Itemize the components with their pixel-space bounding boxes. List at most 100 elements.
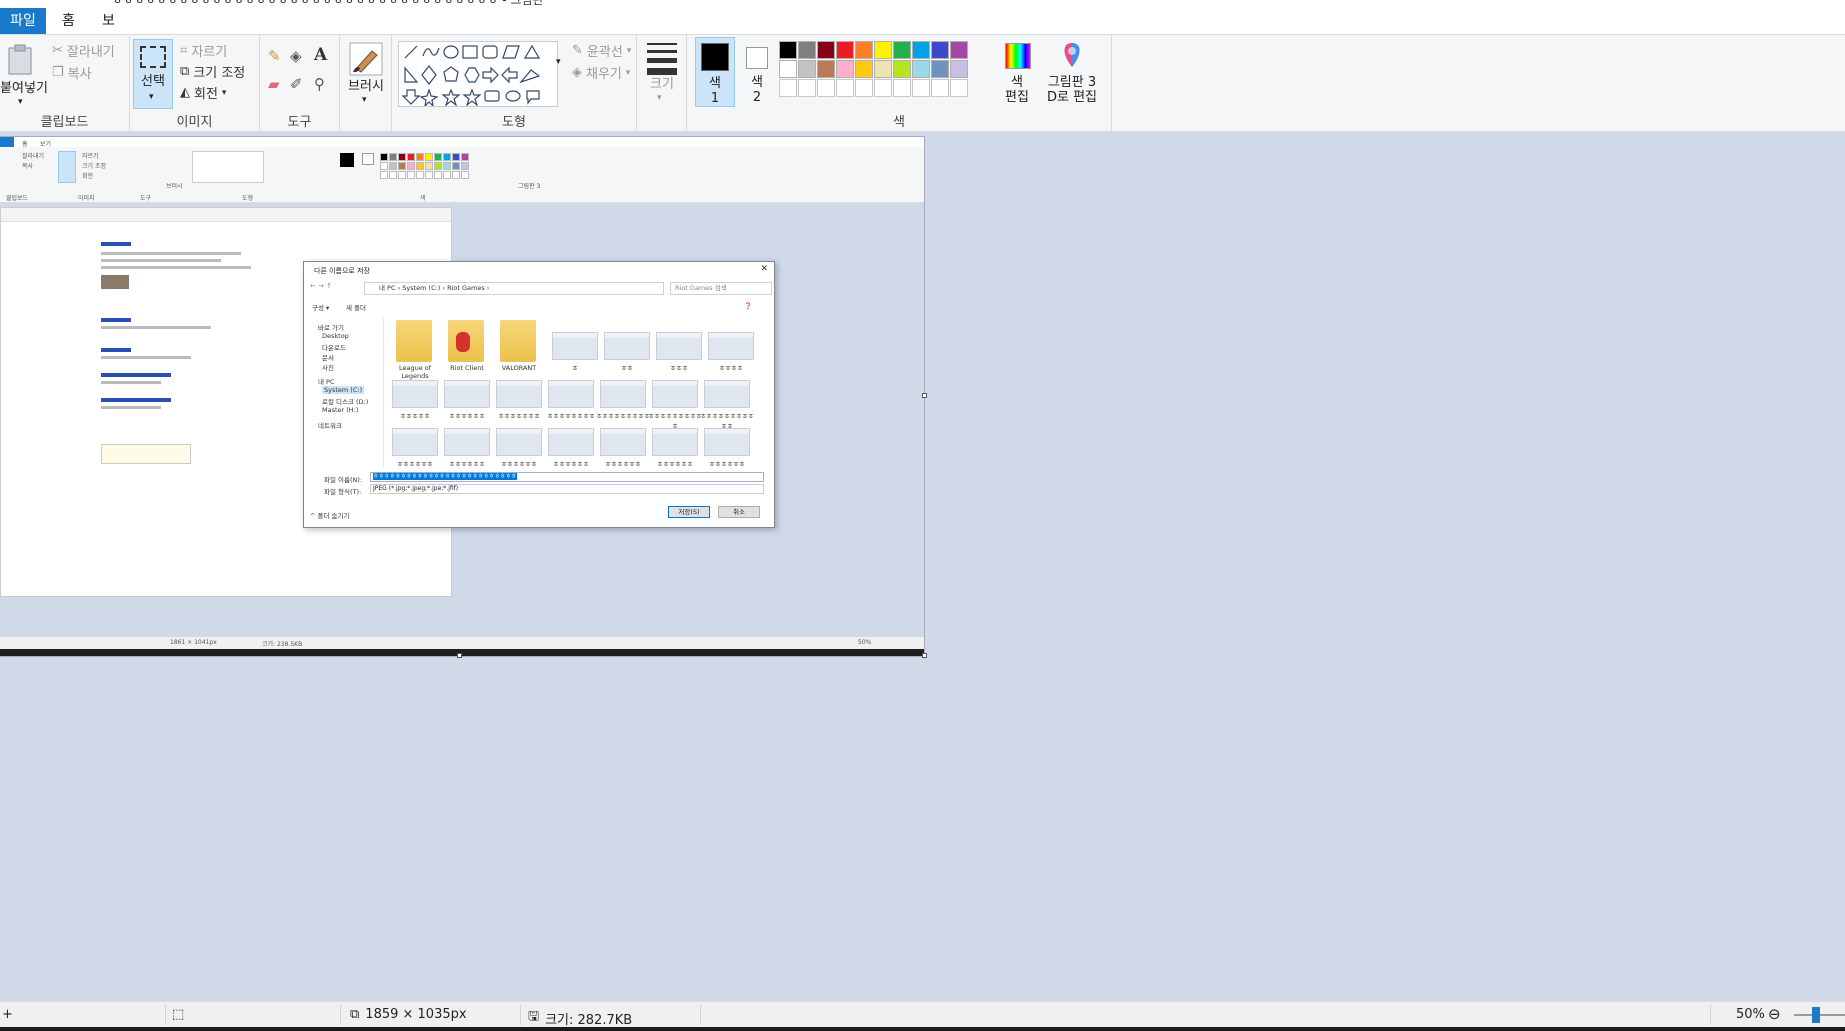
color-swatch[interactable] <box>798 60 816 78</box>
paste-button[interactable]: 붙여넣기 ▾ <box>0 39 48 109</box>
resize-handle-bottom[interactable] <box>457 653 462 658</box>
edit-with-paint3d-button[interactable]: 그림판 3 D로 편집 <box>1041 39 1103 109</box>
filetype-select: JPEG (*.jpg;*.jpeg;*.jpe;*.jfif) <box>370 484 764 494</box>
fill-button[interactable]: ◈ 채우기 ▾ <box>572 63 630 82</box>
color-swatch[interactable] <box>779 60 797 78</box>
tab-file[interactable]: 파일 <box>0 8 46 34</box>
zoom-slider-thumb[interactable] <box>1812 1007 1820 1023</box>
dimensions-icon: ⧉ <box>350 1007 360 1022</box>
magnifier-icon[interactable]: ⚲ <box>314 75 325 93</box>
color-swatch[interactable] <box>893 41 911 59</box>
color-swatch[interactable] <box>950 60 968 78</box>
nav-item: Desktop <box>322 332 349 340</box>
color-swatch[interactable] <box>817 60 835 78</box>
colors-group-label: 색 <box>893 115 905 130</box>
color-swatch[interactable] <box>836 41 854 59</box>
color1-button[interactable]: 색1 <box>695 37 735 107</box>
paste-icon <box>8 44 32 75</box>
color-swatch[interactable] <box>779 41 797 59</box>
inner-select <box>58 151 76 183</box>
outline-icon: ✎ <box>572 43 583 58</box>
resize-handle-corner[interactable] <box>922 653 927 658</box>
color-swatch[interactable] <box>931 60 949 78</box>
zoom-out-icon[interactable]: ⊖ <box>1768 1005 1781 1023</box>
chevron-down-icon: ▾ <box>626 45 632 56</box>
help-icon: ❓ <box>744 302 753 310</box>
color-swatch[interactable] <box>817 41 835 59</box>
size-label: 크기 <box>650 77 674 92</box>
dialog-title: 다른 이름으로 저장 <box>314 267 370 275</box>
color-swatch[interactable] <box>893 79 911 97</box>
folder-icon <box>396 320 432 362</box>
copy-button[interactable]: ❐ 복사 <box>52 63 92 82</box>
line-size-icon <box>647 43 677 75</box>
pencil-icon[interactable]: ✎ <box>268 47 281 65</box>
color-swatch[interactable] <box>836 79 854 97</box>
fill-bucket-icon[interactable]: ◈ <box>290 47 302 65</box>
filename-input: ㅎㅎㅎㅎㅎㅎㅎㅎㅎㅎㅎㅎㅎㅎㅎㅎㅎㅎㅎㅎㅎㅎㅎㅎㅎㅎ <box>370 472 764 482</box>
file-thumbnail <box>604 332 650 360</box>
inner-color-swatch <box>389 171 397 179</box>
color-swatch[interactable] <box>874 79 892 97</box>
crop-button[interactable]: ⌗ 자르기 <box>180 41 227 60</box>
color-swatch[interactable] <box>855 60 873 78</box>
eraser-icon[interactable]: ▰ <box>268 75 280 93</box>
file-thumbnail <box>392 428 438 456</box>
color-swatch[interactable] <box>779 79 797 97</box>
cut-button[interactable]: ✂ 잘라내기 <box>52 41 115 60</box>
file-label: ㅎㅎㅎㅎㅎㅎㅎㅎ <box>547 412 595 420</box>
shapes-gallery[interactable] <box>398 41 558 107</box>
color-swatch[interactable] <box>798 41 816 59</box>
file-thumbnail <box>704 428 750 456</box>
inner-color-swatch <box>443 171 451 179</box>
color-swatch[interactable] <box>893 60 911 78</box>
tab-home[interactable]: 홈 <box>52 8 82 34</box>
file-thumbnail <box>444 380 490 408</box>
file-label: ㅎㅎㅎㅎㅎㅎㅎㅎㅎ <box>596 412 650 420</box>
outline-button[interactable]: ✎ 윤곽선 ▾ <box>572 41 631 60</box>
paint3d-icon <box>1064 43 1080 67</box>
image-dimensions: ⧉ 1859 × 1035px <box>350 1007 467 1022</box>
size-group[interactable]: 크기 ▾ <box>637 35 687 133</box>
tab-view[interactable]: 보기 <box>92 8 132 55</box>
color-swatch[interactable] <box>912 79 930 97</box>
inner-zoom: 50% <box>858 639 872 646</box>
color-picker-icon[interactable]: ✐ <box>290 75 303 93</box>
select-button[interactable]: 선택 ▾ <box>133 39 173 109</box>
color-swatch[interactable] <box>912 41 930 59</box>
tools-group-label: 도구 <box>287 115 312 130</box>
canvas-image[interactable]: 홈 보기 잘라내기 복사 클립보드 자르기 크기 조정 회전 이미지 도구 브러… <box>0 137 924 656</box>
inner-cut: 잘라내기 <box>22 153 45 160</box>
color-swatch[interactable] <box>817 79 835 97</box>
color-swatch[interactable] <box>855 79 873 97</box>
rotate-button[interactable]: ◭ 회전 ▾ <box>180 83 226 102</box>
resize-button[interactable]: ⧉ 크기 조정 <box>180 62 245 81</box>
file-thumbnail <box>552 332 598 360</box>
chevron-down-icon[interactable]: ▾ <box>556 57 561 67</box>
zoom-level: 50% <box>1736 1007 1765 1022</box>
color-swatch[interactable] <box>855 41 873 59</box>
color-swatch[interactable] <box>912 60 930 78</box>
edit-colors-button[interactable]: 색 편집 <box>997 39 1037 109</box>
file-label: ㅎㅎㅎㅎㅎㅎ <box>657 460 693 468</box>
brushes-group[interactable]: 브러시 ▾ <box>340 35 392 133</box>
text-tool-icon[interactable]: A <box>314 45 327 65</box>
address-bar: 내 PC › System (C:) › Riot Games › <box>364 282 664 295</box>
color-swatch[interactable] <box>950 79 968 97</box>
color-swatch[interactable] <box>931 41 949 59</box>
inner-color-swatch <box>461 153 469 161</box>
color2-button[interactable]: 색2 <box>739 37 775 107</box>
resize-handle-right[interactable] <box>922 393 927 398</box>
tools-group: ✎ ◈ A ▰ ✐ ⚲ 도구 <box>260 35 340 133</box>
color-swatch[interactable] <box>798 79 816 97</box>
inner-color-swatch <box>389 153 397 161</box>
zoom-slider[interactable] <box>1794 1007 1845 1023</box>
color-swatch[interactable] <box>836 60 854 78</box>
color-swatch[interactable] <box>874 41 892 59</box>
color-swatch[interactable] <box>931 79 949 97</box>
color-swatch[interactable] <box>950 41 968 59</box>
color-swatch[interactable] <box>874 60 892 78</box>
inner-color-swatch <box>389 162 397 170</box>
crop-icon: ⌗ <box>180 43 188 58</box>
folder-icon <box>448 320 484 362</box>
